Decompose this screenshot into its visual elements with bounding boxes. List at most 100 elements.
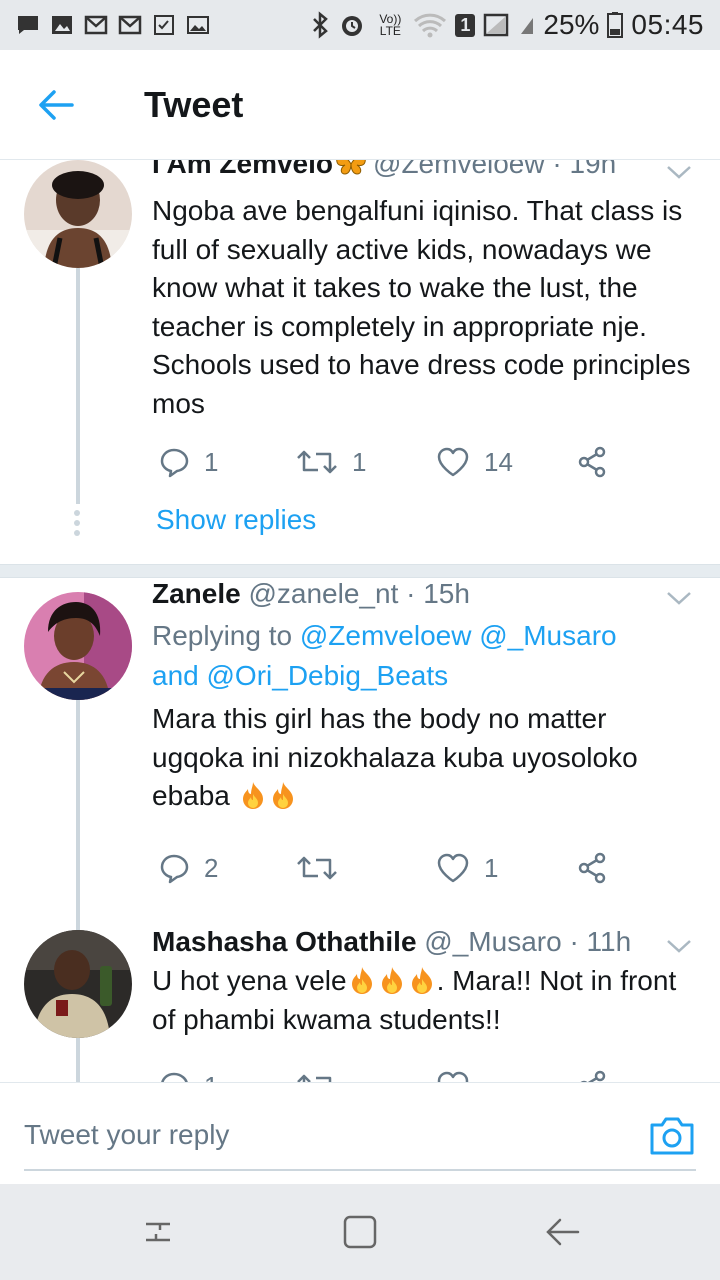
image-icon bbox=[52, 16, 72, 34]
camera-icon[interactable] bbox=[648, 1113, 696, 1157]
like-count: 1 bbox=[484, 852, 499, 883]
tweet-text-content: U hot yena vele bbox=[152, 965, 347, 996]
battery-icon bbox=[607, 12, 624, 38]
avatar[interactable] bbox=[24, 592, 132, 700]
fire-emoji-icon bbox=[351, 967, 372, 994]
status-bar: Vo)) LTE 1 25% 05:45 bbox=[0, 0, 720, 50]
retweet-icon bbox=[297, 450, 337, 474]
thread-line bbox=[76, 1038, 80, 1082]
chevron-down-icon[interactable] bbox=[664, 936, 694, 956]
tweet-zemvelo[interactable]: I Am Zemvelo @Zemveloew · 19h Ngoba ave b… bbox=[0, 160, 720, 564]
mention-link[interactable]: @Ori_Debig_Beats bbox=[207, 660, 449, 691]
tweet-header: Zanele @zanele_nt · 15h bbox=[152, 578, 470, 610]
fire-emoji-icon bbox=[381, 967, 402, 994]
signal-icon bbox=[484, 13, 509, 37]
display-name[interactable]: Zanele bbox=[152, 578, 241, 609]
replying-to: Replying to @Zemveloew @_Musaro and @Ori… bbox=[152, 616, 692, 696]
tweet-header: I Am Zemvelo @Zemveloew · 19h bbox=[152, 160, 616, 180]
fire-emoji-icon bbox=[242, 782, 263, 809]
tweet-header: Mashasha Othathile @_Musaro · 11h bbox=[152, 926, 631, 958]
back-nav-icon[interactable] bbox=[542, 1212, 582, 1252]
display-name[interactable]: I Am Zemvelo bbox=[152, 160, 333, 179]
avatar-photo bbox=[24, 930, 132, 1038]
replying-to-label: Replying to bbox=[152, 620, 300, 651]
clock: 05:45 bbox=[631, 9, 704, 40]
chevron-down-icon[interactable] bbox=[664, 162, 694, 182]
share-icon bbox=[580, 1070, 606, 1082]
retweet-button[interactable]: 1 bbox=[296, 442, 366, 482]
system-status: Vo)) LTE 1 25% 05:45 bbox=[311, 9, 704, 41]
tweet-text: U hot yena vele. Mara!! Not in front of … bbox=[152, 962, 692, 1039]
heart-icon bbox=[437, 447, 469, 477]
reply-icon bbox=[160, 448, 189, 478]
like-button[interactable]: 1 bbox=[436, 848, 498, 888]
reply-button[interactable]: 2 bbox=[158, 848, 218, 888]
tweet-actions: 1 bbox=[152, 1066, 672, 1082]
signal-small-icon bbox=[521, 18, 534, 34]
volte-indicator: Vo)) LTE bbox=[379, 12, 402, 38]
like-button[interactable]: 14 bbox=[436, 442, 513, 482]
share-button[interactable] bbox=[576, 442, 610, 482]
recents-icon[interactable] bbox=[138, 1212, 178, 1252]
reply-count: 2 bbox=[204, 852, 219, 883]
thread-line bbox=[76, 920, 80, 930]
tweet-text-content: Mara this girl has the body no matter ug… bbox=[152, 703, 638, 811]
gmail-icon bbox=[84, 15, 108, 35]
chat-icon bbox=[18, 16, 38, 34]
reply-button[interactable]: 1 bbox=[158, 442, 218, 482]
heart-icon bbox=[437, 1071, 469, 1082]
reply-button[interactable]: 1 bbox=[158, 1066, 218, 1082]
fire-emoji-icon bbox=[272, 782, 293, 809]
bluetooth-icon bbox=[313, 11, 329, 39]
back-arrow-icon bbox=[39, 89, 74, 120]
mention-and: and bbox=[152, 660, 207, 691]
back-button[interactable] bbox=[26, 75, 86, 135]
alarm-icon bbox=[342, 16, 363, 36]
thread-dots bbox=[74, 510, 80, 540]
avatar-photo bbox=[24, 160, 132, 268]
handle-and-time: @Zemveloew · 19h bbox=[373, 160, 617, 179]
tweet-timeline[interactable]: I Am Zemvelo @Zemveloew · 19h Ngoba ave b… bbox=[0, 160, 720, 1082]
avatar[interactable] bbox=[24, 930, 132, 1038]
share-icon bbox=[578, 446, 606, 478]
home-icon[interactable] bbox=[340, 1212, 380, 1252]
retweet-icon bbox=[297, 856, 337, 880]
mention-link[interactable]: @Zemveloew @_Musaro bbox=[300, 620, 617, 651]
tweet-text: Mara this girl has the body no matter ug… bbox=[152, 700, 692, 816]
tweet-text: Ngoba ave bengalfuni iqiniso. That class… bbox=[152, 195, 691, 419]
tweet-actions: 2 1 bbox=[152, 848, 672, 888]
system-nav-bar bbox=[0, 1184, 720, 1280]
avatar-photo bbox=[24, 592, 132, 700]
battery-percent: 25% bbox=[543, 9, 600, 40]
page-title: Tweet bbox=[144, 83, 244, 125]
retweet-count: 1 bbox=[352, 446, 367, 477]
heart-icon bbox=[437, 853, 469, 883]
reply-icon bbox=[161, 1072, 188, 1082]
reply-composer: Tweet your reply bbox=[0, 1082, 720, 1184]
thread-line bbox=[76, 700, 80, 920]
reply-count: 1 bbox=[204, 446, 219, 477]
tweet-actions: 1 1 14 bbox=[152, 442, 672, 482]
retweet-button[interactable] bbox=[296, 1066, 338, 1082]
show-replies-link[interactable]: Show replies bbox=[156, 504, 316, 536]
handle-and-time: @zanele_nt · 15h bbox=[248, 578, 470, 609]
notification-icons bbox=[16, 14, 210, 36]
section-divider bbox=[0, 564, 720, 578]
thread-line bbox=[76, 268, 80, 504]
share-button[interactable] bbox=[576, 848, 610, 888]
input-underline bbox=[24, 1169, 696, 1171]
tweet-zanele[interactable]: Zanele @zanele_nt · 15h Replying to @Zem… bbox=[0, 578, 720, 920]
reply-icon bbox=[160, 854, 189, 884]
share-icon bbox=[578, 852, 606, 884]
chevron-down-icon[interactable] bbox=[664, 588, 694, 608]
like-button[interactable] bbox=[436, 1066, 470, 1082]
retweet-button[interactable] bbox=[296, 848, 352, 888]
tweet-reply-input[interactable]: Tweet your reply bbox=[24, 1119, 229, 1151]
reply-count: 1 bbox=[204, 1071, 218, 1083]
tweet-mashasha[interactable]: Mashasha Othathile @_Musaro · 11h U hot … bbox=[0, 920, 720, 1082]
fire-emoji-icon bbox=[411, 967, 432, 994]
avatar[interactable] bbox=[24, 160, 132, 268]
gallery-icon bbox=[187, 16, 209, 34]
display-name[interactable]: Mashasha Othathile bbox=[152, 926, 417, 957]
share-button[interactable] bbox=[576, 1066, 610, 1082]
